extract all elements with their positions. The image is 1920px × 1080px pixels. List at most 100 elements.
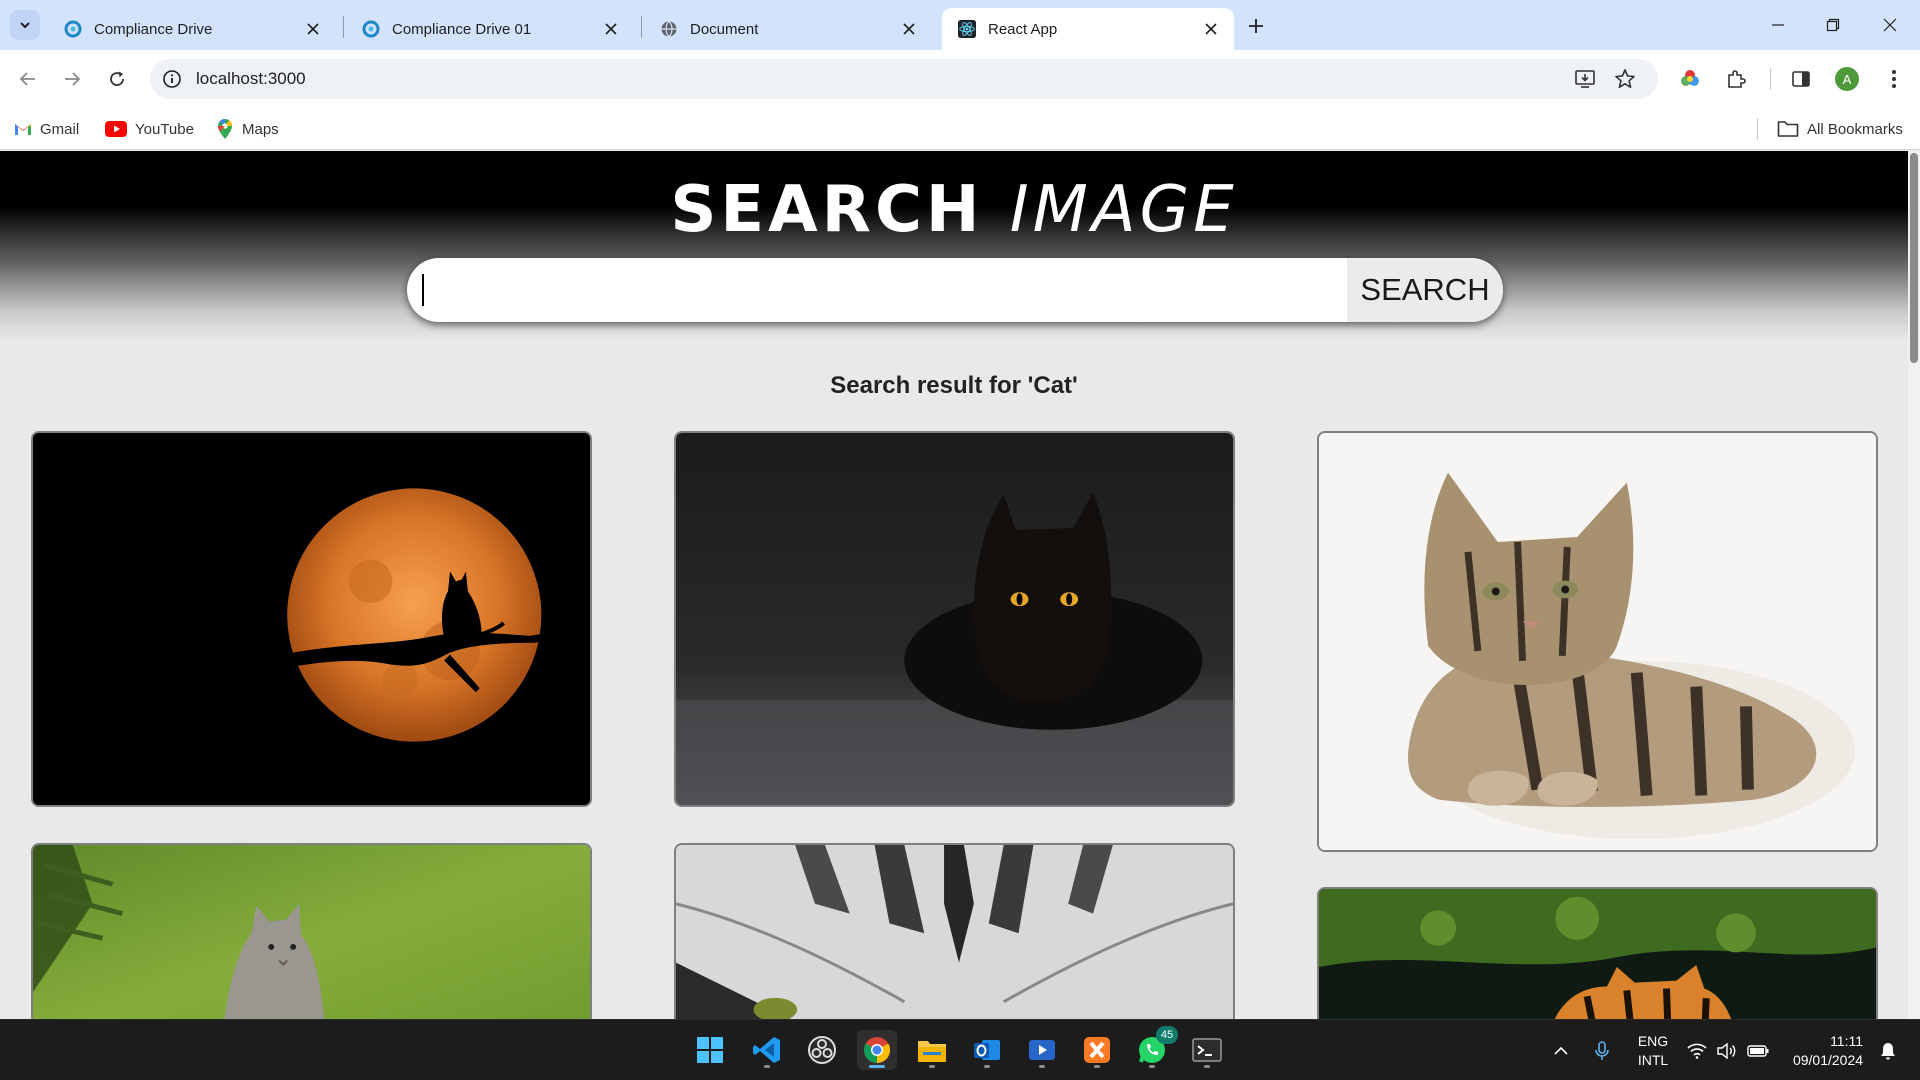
site-info-icon[interactable] <box>162 69 182 94</box>
search-bar: SEARCH <box>407 258 1503 322</box>
page-title: SEARCH IMAGE <box>0 173 1908 247</box>
running-indicator <box>1149 1065 1155 1068</box>
close-window-button[interactable] <box>1870 10 1910 40</box>
bookmarks-divider <box>1757 118 1758 140</box>
running-indicator <box>984 1065 990 1068</box>
windows-start-icon[interactable] <box>690 1030 730 1070</box>
hero-header: SEARCH IMAGE SEARCH <box>0 151 1908 341</box>
folder-icon <box>1777 120 1799 138</box>
minimize-button[interactable] <box>1758 10 1798 40</box>
scrollbar-thumb[interactable] <box>1910 153 1918 363</box>
tab-title: Compliance Drive 01 <box>392 20 532 38</box>
obs-icon[interactable] <box>802 1030 842 1070</box>
clock-time: 11:11 <box>1830 1032 1864 1049</box>
bookmark-maps[interactable]: Maps <box>216 118 279 140</box>
media-player-icon[interactable] <box>1022 1030 1062 1070</box>
bookmark-label: Maps <box>242 120 279 138</box>
plus-icon <box>1249 19 1263 33</box>
all-bookmarks-button[interactable]: All Bookmarks <box>1777 118 1903 140</box>
clock[interactable]: 11:11 09/01/2024 <box>1778 1020 1878 1080</box>
gmail-icon <box>14 120 32 138</box>
running-indicator <box>1094 1065 1100 1068</box>
color-extension-icon[interactable] <box>1677 66 1703 92</box>
notification-bell-icon[interactable] <box>1874 1020 1902 1080</box>
address-bar[interactable]: localhost:3000 <box>150 59 1658 99</box>
result-image-kitten-pine[interactable] <box>31 843 592 1019</box>
close-tab-icon[interactable] <box>602 20 620 38</box>
search-button[interactable]: SEARCH <box>1347 258 1503 322</box>
running-indicator <box>764 1065 770 1068</box>
bookmark-youtube[interactable]: YouTube <box>105 118 194 140</box>
chrome-icon[interactable] <box>857 1030 897 1070</box>
toolbar-divider <box>1770 68 1771 90</box>
running-indicator <box>1039 1065 1045 1068</box>
tab-search-button[interactable] <box>10 10 40 40</box>
result-image-moon-cat[interactable] <box>31 431 592 807</box>
outlook-icon[interactable] <box>967 1030 1007 1070</box>
tab-compliance-drive-01[interactable]: Compliance Drive 01 <box>346 8 634 50</box>
running-indicator <box>1204 1065 1210 1068</box>
arrow-left-icon <box>19 72 35 86</box>
text-caret <box>422 274 424 306</box>
tab-compliance-drive[interactable]: Compliance Drive <box>48 8 336 50</box>
result-image-tiger-water[interactable] <box>1317 887 1878 1019</box>
notification-badge: 45 <box>1156 1026 1178 1044</box>
bookmark-star-icon[interactable] <box>1614 68 1636 90</box>
language-line1: ENG <box>1637 1032 1669 1049</box>
search-input[interactable] <box>407 258 1347 322</box>
react-icon <box>958 20 976 38</box>
reload-icon <box>110 71 124 86</box>
page-scrollbar[interactable] <box>1908 151 1920 1019</box>
close-tab-icon[interactable] <box>304 20 322 38</box>
language-indicator[interactable]: ENG INTL <box>1628 1020 1678 1080</box>
result-heading: Search result for 'Cat' <box>830 372 1078 399</box>
restore-button[interactable] <box>1813 10 1853 40</box>
profile-avatar[interactable]: A <box>1835 67 1859 91</box>
bookmarks-bar: Gmail YouTube Maps All Bookmarks <box>0 108 1920 150</box>
tab-document[interactable]: Document <box>644 8 932 50</box>
install-app-icon[interactable] <box>1574 68 1596 90</box>
tab-strip: Compliance Drive Compliance Drive 01 Doc… <box>0 0 1920 50</box>
arrow-right-icon <box>65 72 81 86</box>
close-icon <box>1883 18 1897 32</box>
terminal-icon[interactable] <box>1187 1030 1227 1070</box>
show-hidden-icons-button[interactable] <box>1548 1020 1574 1080</box>
youtube-icon <box>105 120 127 138</box>
file-explorer-icon[interactable] <box>912 1030 952 1070</box>
windows-taskbar: 45 ENG INTL 11:11 09/01/2024 <box>0 1019 1920 1080</box>
xampp-icon[interactable] <box>1077 1030 1117 1070</box>
running-indicator <box>929 1065 935 1068</box>
reload-button[interactable] <box>101 63 133 95</box>
microphone-icon[interactable] <box>1590 1020 1614 1080</box>
tab-title: Document <box>690 20 759 38</box>
side-panel-icon[interactable] <box>1788 66 1814 92</box>
tab-react-app[interactable]: React App <box>942 8 1234 50</box>
active-indicator <box>869 1065 885 1068</box>
vscode-icon[interactable] <box>747 1030 787 1070</box>
result-image-tabby-kitten[interactable] <box>1317 431 1878 852</box>
restore-icon <box>1826 18 1840 32</box>
bookmark-label: Gmail <box>40 120 80 138</box>
title-word-image: IMAGE <box>1009 173 1238 247</box>
back-button[interactable] <box>12 63 44 95</box>
battery-icon[interactable] <box>1744 1020 1772 1080</box>
maps-icon <box>216 119 234 139</box>
globe-icon <box>660 20 678 38</box>
chevron-down-icon <box>20 22 30 29</box>
chevron-up-icon <box>1554 1046 1568 1055</box>
forward-button[interactable] <box>56 63 88 95</box>
bookmark-gmail[interactable]: Gmail <box>14 118 79 140</box>
close-tab-icon[interactable] <box>1202 20 1220 38</box>
more-menu-icon[interactable] <box>1881 66 1907 92</box>
volume-icon[interactable] <box>1714 1020 1740 1080</box>
compliance-drive-icon <box>362 20 380 38</box>
result-image-black-cat[interactable] <box>674 431 1235 807</box>
url-text[interactable]: localhost:3000 <box>196 69 306 89</box>
whatsapp-icon[interactable]: 45 <box>1132 1026 1178 1070</box>
new-tab-button[interactable] <box>1242 12 1270 40</box>
result-image-cat-fur[interactable] <box>674 843 1235 1019</box>
close-tab-icon[interactable] <box>900 20 918 38</box>
minimize-icon <box>1772 24 1784 26</box>
extensions-icon[interactable] <box>1723 66 1749 92</box>
wifi-icon[interactable] <box>1684 1020 1710 1080</box>
